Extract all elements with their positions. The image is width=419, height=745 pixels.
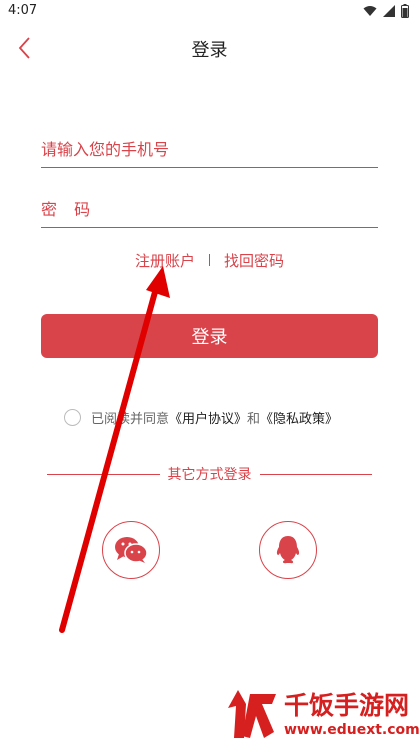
wifi-icon bbox=[363, 6, 377, 16]
watermark-name: 千饭手游网 bbox=[284, 691, 410, 720]
wechat-icon bbox=[115, 537, 148, 563]
forgot-password-link[interactable]: 找回密码 bbox=[224, 250, 284, 271]
qq-login-button[interactable] bbox=[259, 521, 317, 579]
agreement-and: 和 bbox=[247, 411, 261, 427]
register-link[interactable]: 注册账户 bbox=[135, 250, 195, 271]
title-bar: 登录 bbox=[0, 24, 419, 72]
agreement-prefix: 已阅读并同意 bbox=[91, 411, 170, 427]
qq-icon bbox=[276, 536, 300, 564]
status-bar: 4:07 bbox=[0, 0, 419, 24]
other-login-divider: 其它方式登录 bbox=[47, 463, 372, 485]
page-title: 登录 bbox=[191, 40, 228, 61]
login-button[interactable]: 登录 bbox=[41, 314, 378, 358]
battery-icon bbox=[401, 4, 409, 18]
divider-line-right bbox=[259, 473, 372, 475]
password-field bbox=[41, 191, 378, 228]
link-divider bbox=[209, 254, 210, 266]
watermark-logo bbox=[228, 690, 276, 738]
account-links: 注册账户 找回密码 bbox=[0, 249, 419, 271]
watermark: 千饭手游网 www.eduext.com bbox=[222, 682, 419, 745]
watermark-url: www.eduext.com bbox=[284, 722, 419, 738]
other-login-label: 其它方式登录 bbox=[167, 467, 252, 483]
agreement-row: 已阅读并同意 《用户协议》 和 《隐私政策》 bbox=[64, 406, 338, 428]
status-time: 4:07 bbox=[8, 3, 38, 18]
agreement-radio[interactable] bbox=[64, 408, 81, 426]
wechat-login-button[interactable] bbox=[102, 521, 160, 579]
annotation-arrow bbox=[59, 266, 170, 633]
phone-field bbox=[41, 131, 378, 168]
status-icons bbox=[363, 4, 409, 18]
divider-line-left bbox=[47, 473, 160, 475]
user-agreement-link[interactable]: 《用户协议》 bbox=[169, 408, 247, 427]
password-input[interactable] bbox=[41, 191, 378, 227]
phone-input[interactable] bbox=[41, 131, 378, 167]
privacy-policy-link[interactable]: 《隐私政策》 bbox=[260, 408, 338, 427]
signal-icon bbox=[383, 5, 395, 17]
